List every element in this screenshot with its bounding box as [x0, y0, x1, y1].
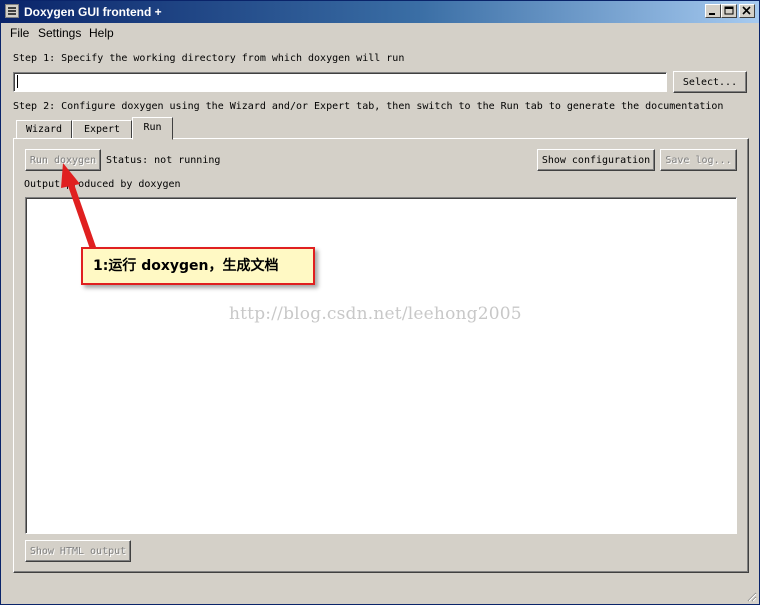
tab-run[interactable]: Run: [132, 117, 173, 140]
annotation-callout: 1:运行 doxygen，生成文档: [81, 247, 315, 285]
doxygen-window: Doxygen GUI frontend + File Settings Hel…: [0, 0, 760, 605]
annotation-arrow: [61, 163, 96, 249]
resize-grip-icon[interactable]: [745, 590, 757, 602]
